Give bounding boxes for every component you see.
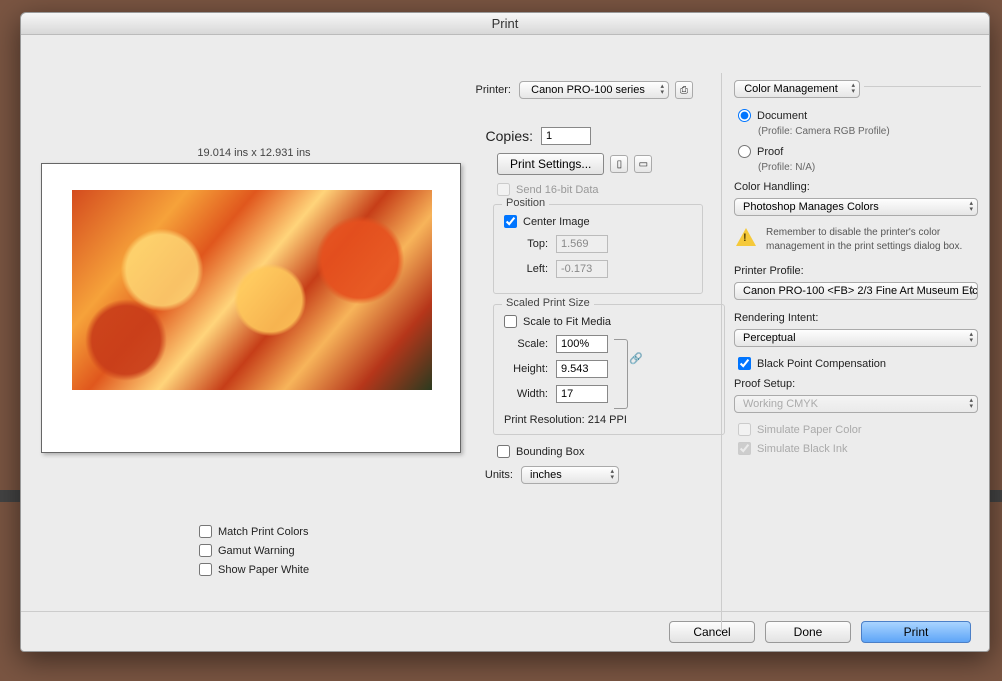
copies-label: Copies: [469,128,541,144]
scaled-legend: Scaled Print Size [502,297,594,309]
window-title: Print [21,13,989,35]
print-resolution-text: Print Resolution: 214 PPI [504,414,714,426]
simulate-paper-checkbox: Simulate Paper Color [738,423,981,436]
center-image-checkbox[interactable]: Center Image [504,215,692,228]
rendering-intent-label: Rendering Intent: [734,312,981,324]
printer-label: Printer: [469,84,519,96]
color-handling-label: Color Handling: [734,181,981,193]
preview-dimensions: 19.014 ins x 12.931 ins [39,147,469,159]
layout-portrait-icon[interactable]: ▯ [610,155,628,173]
preview-image [72,190,432,390]
proof-radio[interactable]: Proof [738,145,981,158]
printer-select[interactable]: Canon PRO-100 series [519,81,669,99]
color-handling-select[interactable]: Photoshop Manages Colors [734,198,978,216]
position-left-input [556,260,608,278]
document-radio[interactable]: Document [738,109,981,122]
document-profile-text: (Profile: Camera RGB Profile) [758,126,981,137]
position-top-input [556,235,608,253]
units-label: Units: [473,469,521,481]
scale-input[interactable] [556,335,608,353]
gamut-warning-checkbox[interactable]: Gamut Warning [199,544,309,557]
warning-icon [736,228,756,246]
warning-text: Remember to disable the printer's color … [766,226,979,253]
match-print-colors-checkbox[interactable]: Match Print Colors [199,525,309,538]
rendering-intent-select[interactable]: Perceptual [734,329,978,347]
show-paper-white-checkbox[interactable]: Show Paper White [199,563,309,576]
link-dimensions-icon[interactable] [614,339,628,409]
print-dialog: Print 19.014 ins x 12.931 ins Match Prin… [20,12,990,652]
layout-landscape-icon[interactable]: ▭ [634,155,652,173]
height-input[interactable] [556,360,608,378]
proof-setup-label: Proof Setup: [734,378,981,390]
width-input[interactable] [556,385,608,403]
color-management-select[interactable]: Color Management [734,80,860,98]
printer-profile-select[interactable]: Canon PRO-100 <FB> 2/3 Fine Art Museum E… [734,282,978,300]
position-legend: Position [502,197,549,209]
units-select[interactable]: inches [521,466,619,484]
black-point-checkbox[interactable]: Black Point Compensation [738,357,981,370]
send-16bit-checkbox: Send 16-bit Data [497,183,717,196]
proof-profile-text: (Profile: N/A) [758,162,981,173]
print-preview [41,163,461,453]
simulate-black-checkbox: Simulate Black Ink [738,442,981,455]
copies-input[interactable] [541,127,591,145]
print-settings-button[interactable]: Print Settings... [497,153,604,175]
bounding-box-checkbox[interactable]: Bounding Box [497,445,717,458]
printer-profile-label: Printer Profile: [734,265,981,277]
printer-info-icon[interactable]: ⎙ [675,81,693,99]
scale-to-fit-checkbox[interactable]: Scale to Fit Media [504,315,714,328]
proof-setup-select: Working CMYK [734,395,978,413]
